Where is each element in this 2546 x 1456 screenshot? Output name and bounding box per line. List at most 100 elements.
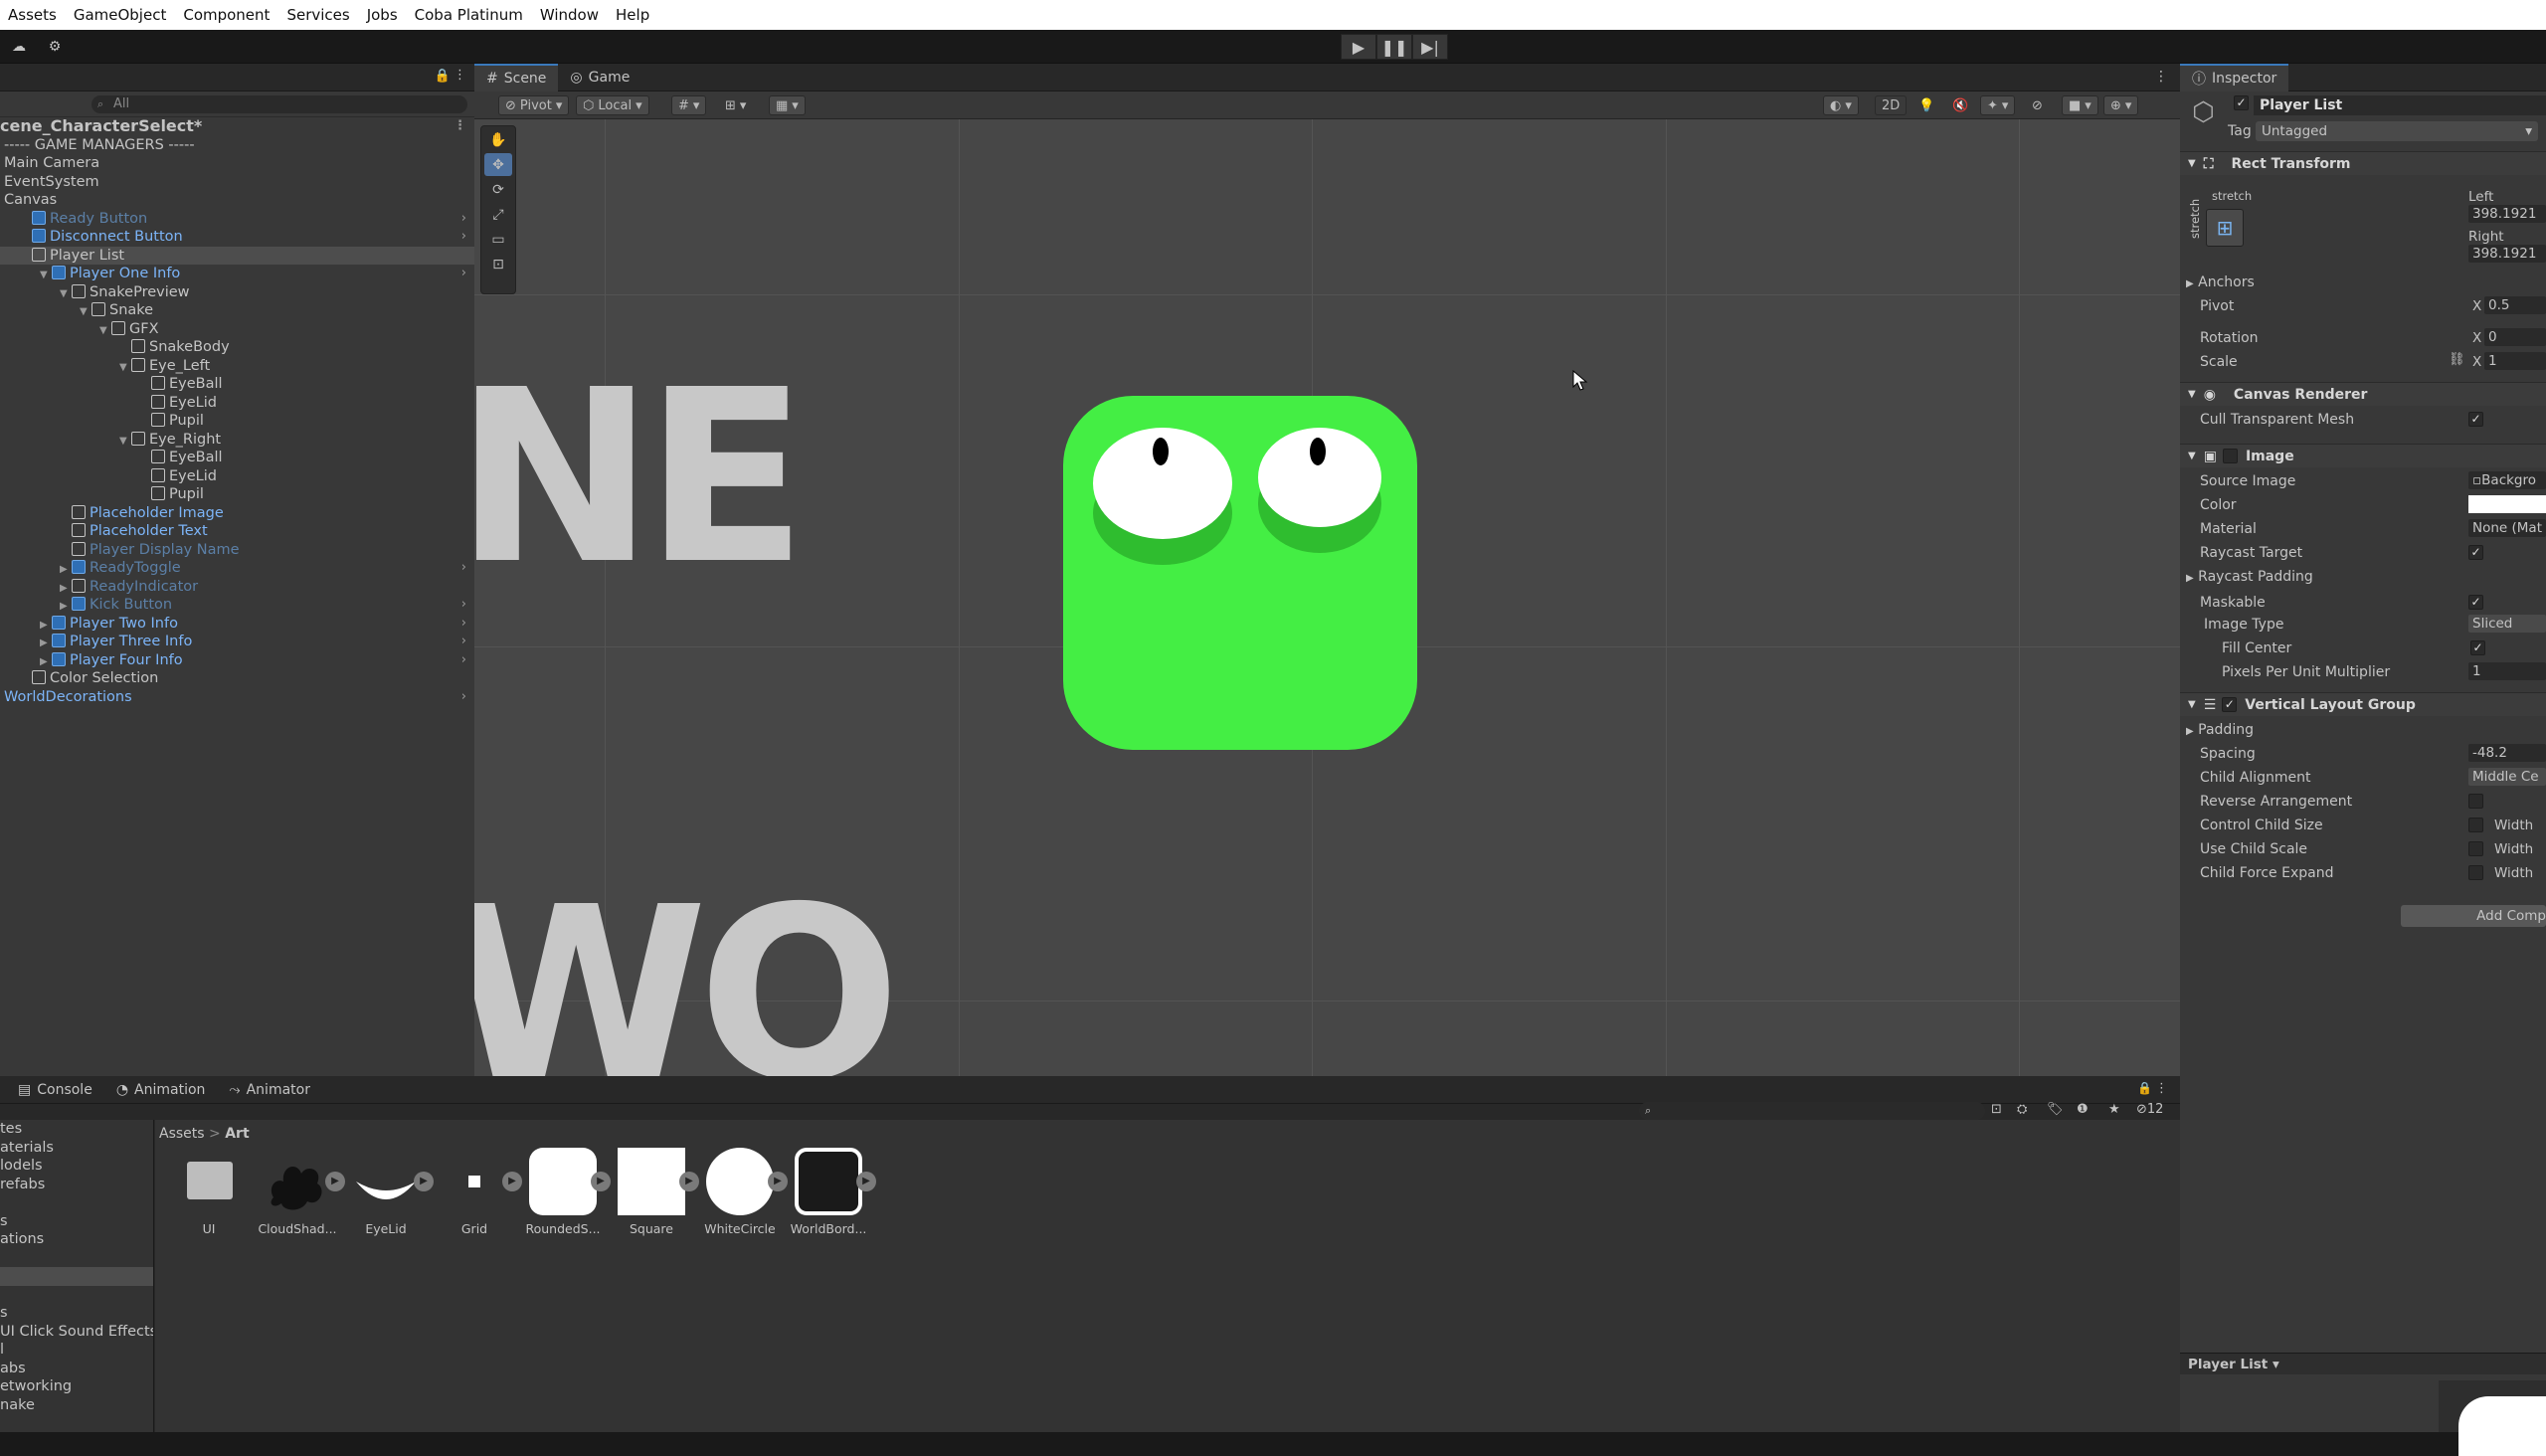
right-field[interactable]: 398.1921 — [2468, 245, 2546, 263]
open-prefab-icon[interactable]: › — [461, 265, 466, 283]
hierarchy-row[interactable]: Player Display Name — [0, 541, 474, 560]
vlg-header[interactable]: ▼ ☰ ✓ Vertical Layout Group — [2180, 692, 2546, 716]
hidden-count-badge[interactable]: ⊘12 — [2136, 1102, 2163, 1117]
control-size-width-checkbox[interactable] — [2468, 818, 2483, 832]
snap-increment-dropdown[interactable]: ⊞ ▾ — [719, 95, 752, 115]
hierarchy-row[interactable]: Placeholder Image — [0, 504, 474, 523]
hierarchy-row[interactable]: Color Selection — [0, 669, 474, 688]
project-folder-item[interactable]: abs — [0, 1360, 153, 1378]
cull-checkbox[interactable]: ✓ — [2468, 412, 2483, 427]
project-folder-item[interactable]: refabs — [0, 1176, 153, 1194]
hierarchy-row[interactable]: ▶ Player Three Info › — [0, 633, 474, 651]
expand-sprite-icon[interactable]: ▶ — [414, 1172, 434, 1191]
hierarchy-row[interactable]: ▼ Eye_Right — [0, 431, 474, 450]
mode-2d-toggle[interactable]: 2D — [1875, 95, 1908, 115]
project-folder-item[interactable]: s — [0, 1304, 153, 1323]
hierarchy-row[interactable]: Main Camera — [0, 154, 474, 173]
tab-animation[interactable]: ◔ Animation — [104, 1076, 218, 1104]
asset-item[interactable]: ▶ EyeLid — [346, 1148, 434, 1236]
hierarchy-row[interactable]: ▶ ReadyToggle › — [0, 559, 474, 578]
asset-item[interactable]: ▶ WorldBord... — [789, 1148, 876, 1236]
source-image-field[interactable]: ▫Backgro — [2468, 471, 2546, 489]
project-folder-item[interactable]: nake — [0, 1396, 153, 1415]
play-button[interactable]: ▶ — [1341, 34, 1376, 60]
open-prefab-icon[interactable]: › — [461, 210, 466, 229]
hierarchy-row[interactable]: EyeBall — [0, 449, 474, 467]
project-folder-item[interactable]: ations — [0, 1230, 153, 1249]
grid-plane-dropdown[interactable]: ▦ ▾ — [769, 95, 806, 115]
step-button[interactable]: ▶| — [1412, 34, 1448, 60]
hierarchy-row[interactable]: ▼ SnakePreview — [0, 283, 474, 302]
chevron-down-icon[interactable]: ▼ — [40, 267, 52, 283]
breadcrumb-root[interactable]: Assets — [159, 1126, 205, 1142]
chevron-right-icon[interactable]: ▶ — [60, 598, 72, 615]
menu-item-component[interactable]: Component — [183, 6, 270, 24]
chevron-right-icon[interactable]: ▶ — [60, 580, 72, 597]
hierarchy-row[interactable]: ▼ GFX — [0, 320, 474, 339]
scene-root-row[interactable]: cene_CharacterSelect* ⋮ — [0, 117, 474, 136]
pivot-dropdown[interactable]: ⊘ Pivot ▾ — [498, 95, 570, 115]
asset-item[interactable]: ▶ Grid — [435, 1148, 522, 1236]
camera-dropdown[interactable]: ■ ▾ — [2062, 95, 2098, 115]
more-icon[interactable]: ⋮ — [2154, 69, 2168, 85]
settings-icon[interactable]: ⚙ — [40, 35, 70, 59]
breadcrumb-leaf[interactable]: Art — [225, 1126, 249, 1142]
open-prefab-icon[interactable]: › — [461, 559, 466, 578]
hierarchy-row[interactable]: Pupil — [0, 412, 474, 431]
project-folder-item[interactable] — [0, 1193, 153, 1212]
project-folder-item[interactable]: tes — [0, 1120, 153, 1139]
scene-viewport[interactable]: NE WO ✋ ✥ ⟳ ⤢ ▭ ⊡ — [474, 119, 2180, 1076]
hierarchy-row[interactable]: ▼ Player One Info › — [0, 265, 474, 283]
asset-item[interactable]: ▶ CloudShad... — [258, 1148, 345, 1236]
tab-scene[interactable]: # Scene — [474, 64, 559, 91]
raycast-target-checkbox[interactable]: ✓ — [2468, 545, 2483, 560]
menu-item-assets[interactable]: Assets — [8, 6, 57, 24]
warning-icon[interactable]: ❶ — [2077, 1102, 2089, 1117]
more-icon[interactable]: ⋮ — [454, 68, 466, 83]
project-folder-item[interactable]: aterials — [0, 1139, 153, 1158]
snake-preview[interactable] — [1063, 396, 1417, 750]
open-prefab-icon[interactable]: › — [461, 651, 466, 670]
tag-icon[interactable]: 🏷 — [2047, 1102, 2064, 1117]
chevron-right-icon[interactable]: ▶ — [60, 561, 72, 578]
effects-dropdown[interactable]: ✦ ▾ — [1980, 95, 2016, 115]
expand-sprite-icon[interactable]: ▶ — [768, 1172, 788, 1191]
chevron-down-icon[interactable]: ▼ — [80, 303, 91, 320]
expand-sprite-icon[interactable]: ▶ — [591, 1172, 611, 1191]
tab-animator[interactable]: ⤳ Animator — [217, 1076, 322, 1104]
hierarchy-row[interactable]: ▼ Snake — [0, 301, 474, 320]
chevron-right-icon[interactable]: ▶ — [40, 617, 52, 634]
hierarchy-row[interactable]: EventSystem — [0, 173, 474, 192]
project-search-input[interactable]: ⌕ — [1639, 1102, 1985, 1120]
chevron-right-icon[interactable]: ▶ — [40, 635, 52, 651]
add-component-button[interactable]: Add Comp — [2401, 905, 2546, 927]
more-icon[interactable]: ⋮ — [2155, 1081, 2168, 1096]
hierarchy-row[interactable]: EyeLid — [0, 394, 474, 413]
tag-dropdown[interactable]: Untagged ▾ — [2256, 121, 2538, 141]
cloud-icon[interactable]: ☁ — [4, 35, 34, 59]
project-folder-item[interactable]: l — [0, 1341, 153, 1360]
child-alignment-dropdown[interactable]: Middle Ce — [2468, 768, 2546, 786]
project-folder-item[interactable] — [0, 1267, 153, 1286]
scale-tool-icon[interactable]: ⤢ — [484, 203, 512, 226]
hierarchy-row[interactable]: EyeBall — [0, 375, 474, 394]
open-prefab-icon[interactable]: › — [461, 633, 466, 651]
transform-tool-icon[interactable]: ⊡ — [484, 253, 512, 275]
hierarchy-row[interactable]: ▶ Player Two Info › — [0, 615, 474, 634]
grid-snap-dropdown[interactable]: # ▾ — [671, 95, 707, 115]
menu-item-window[interactable]: Window — [540, 6, 599, 24]
hierarchy-row[interactable]: Pupil — [0, 485, 474, 504]
ppu-field[interactable]: 1 — [2468, 662, 2546, 680]
move-tool-icon[interactable]: ✥ — [484, 153, 512, 176]
hierarchy-row[interactable]: WorldDecorations › — [0, 688, 474, 707]
project-folder-item[interactable]: lodels — [0, 1157, 153, 1176]
asset-item[interactable]: ▶ RoundedS... — [523, 1148, 611, 1236]
open-prefab-icon[interactable]: › — [461, 688, 466, 707]
expand-sprite-icon[interactable]: ▶ — [856, 1172, 876, 1191]
chevron-down-icon[interactable]: ▼ — [99, 322, 111, 339]
anchor-presets-button[interactable]: ⊞ — [2206, 209, 2244, 247]
project-folder-item[interactable]: etworking — [0, 1377, 153, 1396]
rect-transform-header[interactable]: ▼ ⛶ Rect Transform — [2180, 151, 2546, 175]
hierarchy-row[interactable]: Ready Button › — [0, 210, 474, 229]
project-folder-item[interactable]: s — [0, 1212, 153, 1231]
